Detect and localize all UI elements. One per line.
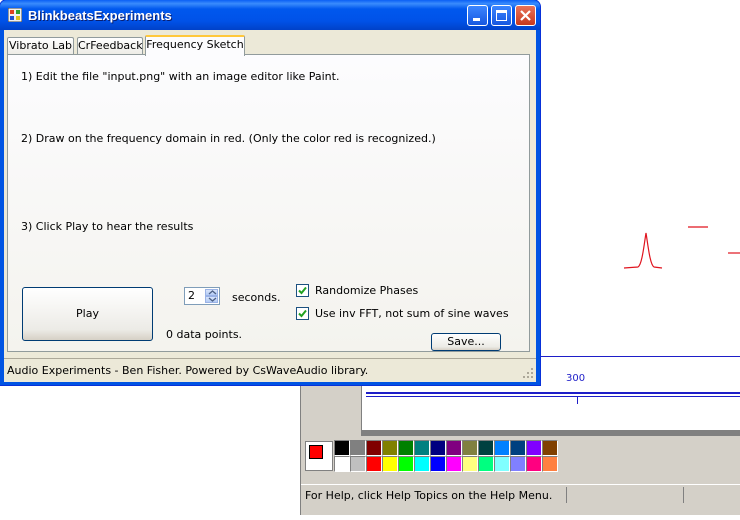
use-inv-fft-label[interactable]: Use inv FFT, not sum of sine waves — [315, 307, 509, 320]
close-button[interactable] — [515, 5, 536, 26]
tab-crfeedback[interactable]: CrFeedback — [77, 37, 143, 55]
palette-swatch[interactable] — [478, 440, 494, 456]
palette-swatch[interactable] — [542, 440, 558, 456]
palette-swatch[interactable] — [494, 456, 510, 472]
chevron-up-icon — [208, 290, 217, 295]
data-points-label: 0 data points. — [166, 328, 243, 341]
minimize-button[interactable] — [467, 5, 488, 26]
seconds-value[interactable]: 2 — [188, 289, 195, 302]
randomize-phases-checkbox[interactable] — [296, 284, 309, 297]
status-bar: Audio Experiments - Ben Fisher. Powered … — [4, 358, 536, 381]
palette-swatch[interactable] — [350, 440, 366, 456]
instruction-step-2: 2) Draw on the frequency domain in red. … — [21, 132, 436, 145]
axis-tick — [577, 396, 578, 404]
spin-down-button[interactable] — [205, 296, 218, 303]
app-icon — [8, 8, 22, 22]
title-bar[interactable]: BlinkbeatsExperiments — [0, 0, 540, 30]
palette-swatch[interactable] — [334, 440, 350, 456]
spin-up-button[interactable] — [205, 289, 218, 296]
palette-swatch[interactable] — [430, 456, 446, 472]
palette-swatch[interactable] — [526, 440, 542, 456]
current-colors[interactable] — [305, 441, 333, 471]
palette-swatch[interactable] — [350, 456, 366, 472]
paint-scroll-area — [362, 430, 740, 436]
palette-swatch[interactable] — [462, 456, 478, 472]
randomize-phases-label[interactable]: Randomize Phases — [315, 284, 418, 297]
palette-swatch[interactable] — [382, 440, 398, 456]
status-text: Audio Experiments - Ben Fisher. Powered … — [7, 364, 369, 377]
palette-swatch[interactable] — [542, 456, 558, 472]
axis-tick-label: 300 — [566, 373, 586, 384]
palette-swatch[interactable] — [446, 440, 462, 456]
palette-swatch[interactable] — [510, 456, 526, 472]
palette-swatch[interactable] — [382, 456, 398, 472]
palette-swatch[interactable] — [478, 456, 494, 472]
maximize-button[interactable] — [491, 5, 512, 26]
maximize-icon — [496, 10, 507, 21]
palette-swatch[interactable] — [414, 440, 430, 456]
canvas-axis-line — [366, 396, 740, 397]
chevron-down-icon — [208, 297, 217, 302]
red-frequency-sketch — [623, 226, 740, 269]
instruction-step-1: 1) Edit the file "input.png" with an ima… — [21, 70, 340, 83]
palette-grid — [334, 440, 558, 472]
color-palette — [301, 438, 740, 478]
play-button[interactable]: Play — [22, 287, 153, 341]
checkmark-icon — [298, 286, 307, 295]
palette-swatch[interactable] — [366, 440, 382, 456]
palette-swatch[interactable] — [334, 456, 350, 472]
status-separator — [566, 487, 567, 503]
tab-vibrato-lab[interactable]: Vibrato Lab — [7, 37, 74, 55]
palette-swatch[interactable] — [510, 440, 526, 456]
palette-swatch[interactable] — [366, 456, 382, 472]
palette-swatch[interactable] — [398, 456, 414, 472]
seconds-spinner[interactable]: 2 — [184, 287, 220, 305]
window-client-area: Vibrato Lab CrFeedback Frequency Sketch … — [4, 30, 536, 382]
palette-swatch[interactable] — [526, 456, 542, 472]
tab-frequency-sketch[interactable]: Frequency Sketch — [145, 35, 245, 56]
foreground-color-swatch — [309, 445, 323, 459]
palette-swatch[interactable] — [398, 440, 414, 456]
paint-status-bar: For Help, click Help Topics on the Help … — [301, 484, 740, 507]
palette-swatch[interactable] — [430, 440, 446, 456]
main-window: BlinkbeatsExperiments Vibrato Lab CrFeed… — [0, 0, 540, 385]
palette-swatch[interactable] — [446, 456, 462, 472]
seconds-label: seconds. — [232, 291, 281, 304]
palette-swatch[interactable] — [414, 456, 430, 472]
checkmark-icon — [298, 309, 307, 318]
palette-swatch[interactable] — [462, 440, 478, 456]
frequency-sketch-panel: 1) Edit the file "input.png" with an ima… — [7, 54, 530, 352]
canvas-axis-line — [366, 392, 740, 394]
paint-status-text: For Help, click Help Topics on the Help … — [305, 489, 553, 502]
use-inv-fft-checkbox[interactable] — [296, 307, 309, 320]
resize-grip-icon[interactable] — [522, 367, 534, 379]
palette-swatch[interactable] — [494, 440, 510, 456]
status-separator — [683, 487, 684, 503]
window-title: BlinkbeatsExperiments — [28, 8, 172, 23]
minimize-icon — [473, 18, 480, 21]
close-icon — [520, 10, 531, 21]
instruction-step-3: 3) Click Play to hear the results — [21, 220, 194, 233]
save-button[interactable]: Save... — [431, 333, 501, 351]
